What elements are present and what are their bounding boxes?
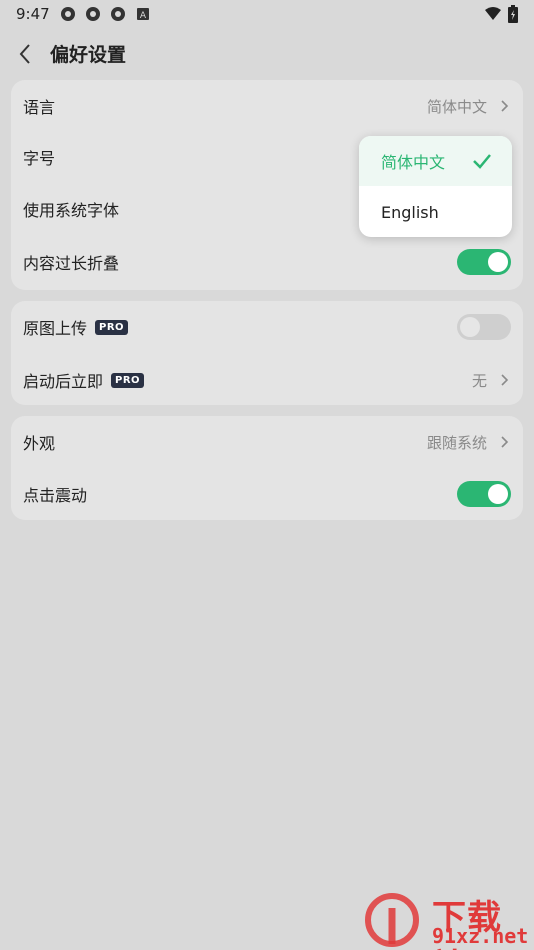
language-row[interactable]: 语言 简体中文 [11,80,523,132]
original-upload-row: 原图上传 PRO [11,301,523,353]
language-label: 语言 [23,98,56,117]
pro-badge: PRO [111,372,145,388]
back-arrow-icon[interactable] [16,42,34,66]
language-popup-menu: 简体中文 English [359,136,512,237]
check-icon [473,154,491,169]
toggle-knob [488,252,508,272]
chevron-right-icon [501,436,509,448]
toggle-knob [460,317,480,337]
battery-icon [508,5,518,23]
haptic-feedback-toggle[interactable] [457,481,511,507]
on-launch-row[interactable]: 启动后立即 PRO 无 [11,354,523,406]
status-time: 9:47 [16,5,50,23]
status-bar: 9:47 A [0,0,534,28]
original-upload-label: 原图上传 [23,319,88,338]
on-launch-label: 启动后立即 [23,372,104,391]
appearance-value: 跟随系统 [426,433,487,452]
language-value: 简体中文 [426,97,487,116]
haptic-feedback-label: 点击震动 [23,486,88,505]
settings-card-appearance: 外观 跟随系统 点击震动 [11,416,523,520]
settings-gear-icon [85,7,100,21]
appearance-row[interactable]: 外观 跟随系统 [11,416,523,468]
settings-gear-icon [60,7,75,21]
watermark-bottom-text: 91xz.net [432,924,529,948]
haptic-feedback-row: 点击震动 [11,468,523,520]
language-option-label: English [381,202,439,222]
font-size-label: 字号 [23,149,56,168]
language-option-english[interactable]: English [359,187,512,237]
wifi-icon [485,7,501,20]
a-box-icon: A [136,8,149,21]
chevron-right-icon [501,100,509,112]
header: 偏好设置 [0,36,534,72]
fold-long-content-toggle[interactable] [457,249,511,275]
settings-card-pro: 原图上传 PRO 启动后立即 PRO 无 [11,301,523,405]
on-launch-value: 无 [471,371,487,390]
appearance-label: 外观 [23,434,56,453]
pro-badge: PRO [95,319,129,335]
system-font-label: 使用系统字体 [23,201,120,220]
toggle-knob [488,484,508,504]
language-option-label: 简体中文 [381,153,446,172]
page-title: 偏好设置 [50,44,127,66]
svg-text:A: A [140,11,147,21]
chevron-right-icon [501,374,509,386]
status-right [484,5,518,23]
language-option-chinese[interactable]: 简体中文 [359,136,512,186]
fold-long-content-label: 内容过长折叠 [23,254,120,273]
fold-long-content-row: 内容过长折叠 [11,236,523,288]
original-upload-toggle[interactable] [457,314,511,340]
settings-gear-icon [110,7,125,21]
